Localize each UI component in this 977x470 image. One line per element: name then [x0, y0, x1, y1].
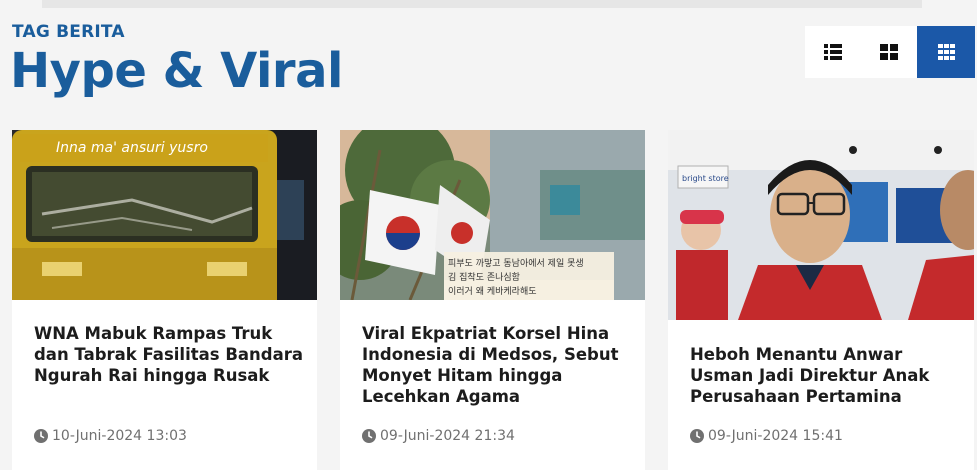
grid-2x2-icon [880, 44, 898, 60]
grid-3-view-button[interactable] [917, 26, 975, 78]
article-card[interactable]: bright store Heboh Menantu Anwar Usman J… [668, 130, 974, 470]
list-icon [824, 44, 842, 60]
article-thumbnail[interactable]: bright store [668, 130, 974, 320]
grid-2-view-button[interactable] [861, 26, 917, 78]
clock-icon [690, 429, 704, 443]
article-date: 09-Juni-2024 15:41 [690, 428, 843, 444]
tag-label: TAG BERITA [12, 22, 125, 42]
article-title[interactable]: Heboh Menantu Anwar Usman Jadi Direktur … [690, 344, 960, 407]
svg-text:김 집착도 존나심함: 김 집착도 존나심함 [448, 271, 520, 283]
logo-text: bright store [682, 174, 729, 183]
caption-line: 이러거 왜 케바케라해도 [448, 286, 537, 297]
article-thumbnail[interactable]: 피부도 까맣고 동남아에서 제일 못생 김 집착도 존나심함 이러거 왜 케바케… [340, 130, 645, 300]
article-title[interactable]: Viral Ekpatriat Korsel Hina Indonesia di… [362, 323, 631, 407]
article-thumbnail[interactable]: Inna ma' ansuri yusro [12, 130, 317, 300]
caption-line: 김 집착도 존나심함 [448, 271, 520, 283]
article-card[interactable]: 피부도 까맣고 동남아에서 제일 못생 김 집착도 존나심함 이러거 왜 케바케… [340, 130, 645, 470]
article-card[interactable]: Inna ma' ansuri yusro WNA Mabuk Rampas T… [12, 130, 317, 470]
view-toggle [805, 26, 975, 78]
article-date: 09-Juni-2024 21:34 [362, 428, 515, 444]
bus-sign-text: Inna ma' ansuri yusro [56, 140, 208, 156]
grid-3x3-icon [937, 44, 955, 60]
caption-line: 피부도 까맣고 동남아에서 제일 못생 [448, 258, 584, 269]
date-text: 09-Juni-2024 15:41 [708, 428, 843, 444]
top-divider [42, 0, 922, 8]
list-view-button[interactable] [805, 26, 861, 78]
svg-text:이러거 왜 케바케라해도: 이러거 왜 케바케라해도 [448, 286, 537, 297]
date-text: 09-Juni-2024 21:34 [380, 428, 515, 444]
date-text: 10-Juni-2024 13:03 [52, 428, 187, 444]
article-date: 10-Juni-2024 13:03 [34, 428, 187, 444]
clock-icon [34, 429, 48, 443]
clock-icon [362, 429, 376, 443]
article-title[interactable]: WNA Mabuk Rampas Truk dan Tabrak Fasilit… [34, 323, 303, 386]
svg-text:피부도 까맣고 동남아에서 제일 못생: 피부도 까맣고 동남아에서 제일 못생 [448, 258, 584, 269]
page-title: Hype & Viral [10, 43, 343, 99]
